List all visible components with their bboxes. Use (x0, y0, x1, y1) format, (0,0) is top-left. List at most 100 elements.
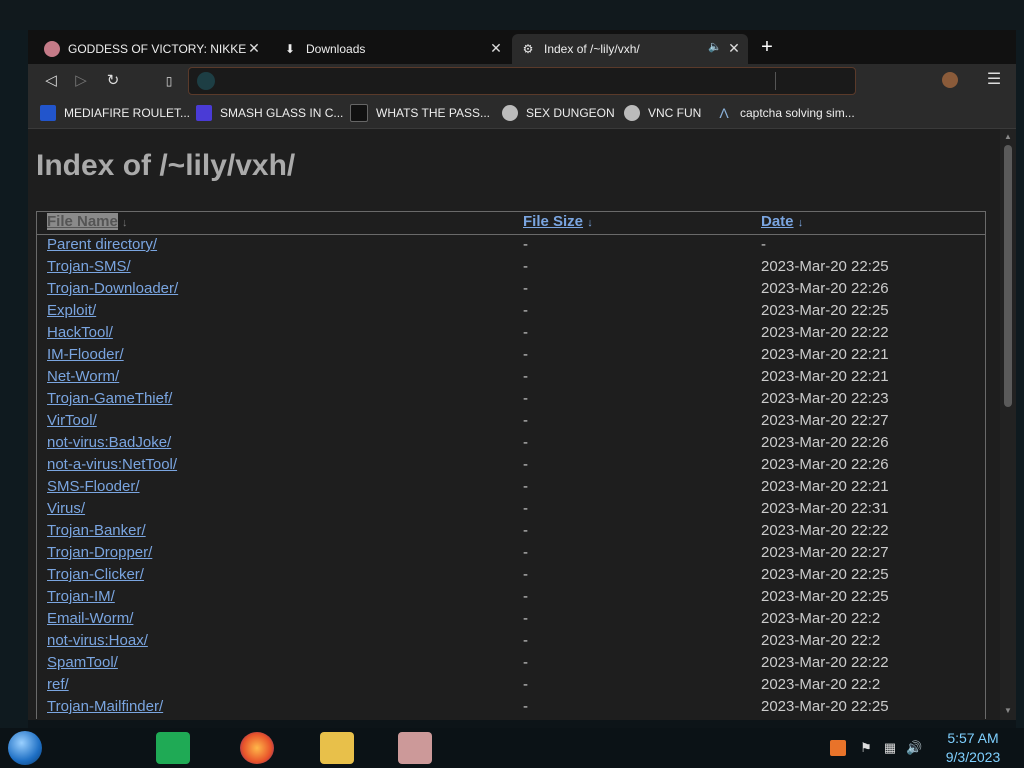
start-button[interactable] (8, 731, 42, 765)
bookmark-label: MEDIAFIRE ROULET... (64, 106, 191, 120)
file-name-cell: Virus/ (47, 499, 85, 519)
bookmark-item[interactable]: Λcaptcha solving sim... (716, 104, 855, 122)
file-name-cell: Trojan-Dropper/ (47, 543, 152, 563)
file-link[interactable]: Trojan-SMS/ (47, 258, 131, 275)
bookmark-item[interactable]: WHATS THE PASS... (350, 104, 490, 122)
file-size-cell: - (523, 632, 528, 649)
table-row: Exploit/ - 2023-Mar-20 22:25 (37, 301, 985, 323)
bookmark-item[interactable]: VNC FUN (624, 104, 701, 122)
speaker-icon[interactable]: 🔈 (708, 40, 722, 53)
tab-label: GODDESS OF VICTORY: NIKKE | Im (68, 42, 246, 56)
file-link[interactable]: Exploit/ (47, 302, 96, 319)
table-row: Trojan-GameThief/ - 2023-Mar-20 22:23 (37, 389, 985, 411)
scroll-up-icon[interactable]: ▲ (1004, 133, 1012, 141)
divider (775, 72, 776, 90)
scroll-down-icon[interactable]: ▼ (1004, 707, 1012, 715)
file-date-cell: 2023-Mar-20 22:2 (761, 610, 881, 627)
file-name-cell: Trojan-IM/ (47, 587, 115, 607)
file-name-cell: SMS-Flooder/ (47, 477, 140, 497)
folder-icon[interactable] (320, 732, 354, 764)
table-row: Email-Worm/ - 2023-Mar-20 22:2 (37, 609, 985, 631)
file-link[interactable]: Net-Worm/ (47, 368, 119, 385)
scroll-thumb[interactable] (1004, 145, 1012, 407)
file-link[interactable]: SpamTool/ (47, 654, 118, 671)
file-name-cell: Net-Worm/ (47, 367, 119, 387)
clock-time: 5:57 AM (947, 730, 999, 746)
close-icon[interactable]: ✕ (488, 40, 504, 56)
taskbar-app-icon[interactable] (398, 732, 432, 764)
avatar[interactable] (942, 72, 958, 88)
table-row: Virus/ - 2023-Mar-20 22:31 (37, 499, 985, 521)
close-icon[interactable]: ✕ (726, 40, 742, 56)
file-link[interactable]: Trojan-Mailfinder/ (47, 698, 163, 715)
file-listing-table: File Name ↓ File Size ↓ Date ↓ Parent di… (36, 211, 986, 719)
tab-index[interactable]: ⚙ Index of /~lily/vxh/ 🔈 ✕ (512, 34, 748, 64)
system-clock[interactable]: 5:57 AM 9/3/2023 (940, 728, 1006, 768)
taskbar-app-icon[interactable] (156, 732, 190, 764)
table-row: HackTool/ - 2023-Mar-20 22:22 (37, 323, 985, 345)
network-icon[interactable]: ▦ (882, 740, 898, 756)
tab-downloads[interactable]: ⬇ Downloads ✕ (274, 34, 510, 64)
tray-app-icon[interactable] (830, 740, 846, 756)
site-identity-icon[interactable] (197, 72, 215, 90)
file-date-cell: - (761, 236, 766, 253)
tab-label: Index of /~lily/vxh/ (544, 42, 640, 56)
volume-icon[interactable]: 🔊 (906, 740, 922, 756)
bookmark-label: captcha solving sim... (740, 106, 855, 120)
file-link[interactable]: IM-Flooder/ (47, 346, 124, 363)
clock-date: 9/3/2023 (945, 749, 1001, 765)
file-link[interactable]: Trojan-GameThief/ (47, 390, 172, 407)
site-favicon-icon (624, 105, 640, 121)
file-link[interactable]: SMS-Flooder/ (47, 478, 140, 495)
file-link[interactable]: Trojan-Clicker/ (47, 566, 144, 583)
file-link[interactable]: Virus/ (47, 500, 85, 517)
tab-nikke[interactable]: GODDESS OF VICTORY: NIKKE | Im ✕ (36, 34, 268, 64)
file-link[interactable]: Trojan-IM/ (47, 588, 115, 605)
file-link[interactable]: Parent directory/ (47, 236, 157, 253)
file-name-cell: HackTool/ (47, 323, 113, 343)
file-link[interactable]: Trojan-Dropper/ (47, 544, 152, 561)
bookmark-label: SMASH GLASS IN C... (220, 106, 344, 120)
firefox-icon[interactable] (240, 732, 274, 764)
sort-link-date[interactable]: Date (761, 213, 794, 230)
url-input[interactable] (223, 71, 767, 91)
nikke-favicon-icon (44, 41, 60, 57)
file-link[interactable]: Email-Worm/ (47, 610, 133, 627)
file-date-cell: 2023-Mar-20 22:25 (761, 698, 889, 715)
bookmark-item[interactable]: SMASH GLASS IN C... (196, 104, 343, 122)
file-link[interactable]: Trojan-Banker/ (47, 522, 146, 539)
new-tab-button[interactable]: + (758, 37, 776, 57)
sort-link-size[interactable]: File Size (523, 213, 583, 230)
file-link[interactable]: not-virus:BadJoke/ (47, 434, 171, 451)
sort-link-name[interactable]: File Name (47, 213, 118, 230)
back-button[interactable]: ◁ (42, 72, 60, 90)
table-row: IM-Flooder/ - 2023-Mar-20 22:21 (37, 345, 985, 367)
vertical-scrollbar[interactable]: ▲ ▼ (1000, 129, 1016, 720)
column-header-name[interactable]: File Name ↓ (47, 212, 128, 233)
table-row: Trojan-Clicker/ - 2023-Mar-20 22:25 (37, 565, 985, 587)
file-link[interactable]: HackTool/ (47, 324, 113, 341)
address-bar[interactable] (188, 67, 856, 95)
tab-bar: GODDESS OF VICTORY: NIKKE | Im ✕ ⬇ Downl… (28, 30, 1016, 64)
flag-icon[interactable]: ⚑ (858, 740, 874, 756)
menu-button[interactable]: ☰ (986, 72, 1002, 88)
download-icon: ⬇ (284, 42, 296, 56)
bookmark-item[interactable]: SEX DUNGEON (502, 104, 615, 122)
file-link[interactable]: Trojan-Downloader/ (47, 280, 178, 297)
file-link[interactable]: VirTool/ (47, 412, 97, 429)
file-link[interactable]: not-a-virus:NetTool/ (47, 456, 177, 473)
file-name-cell: Trojan-GameThief/ (47, 389, 172, 409)
close-icon[interactable]: ✕ (246, 40, 262, 56)
file-name-cell: not-virus:BadJoke/ (47, 433, 171, 453)
file-link[interactable]: ref/ (47, 676, 69, 693)
bookmark-button[interactable]: ▯ (160, 72, 178, 90)
page-icon (350, 104, 368, 122)
column-header-date[interactable]: Date ↓ (761, 212, 803, 233)
forward-button[interactable]: ▷ (72, 72, 90, 90)
file-name-cell: Trojan-SMS/ (47, 257, 131, 277)
bookmark-item[interactable]: MEDIAFIRE ROULET... (40, 104, 190, 122)
column-header-size[interactable]: File Size ↓ (523, 212, 593, 233)
file-size-cell: - (523, 258, 528, 275)
reload-button[interactable]: ↻ (104, 72, 122, 90)
file-link[interactable]: not-virus:Hoax/ (47, 632, 148, 649)
